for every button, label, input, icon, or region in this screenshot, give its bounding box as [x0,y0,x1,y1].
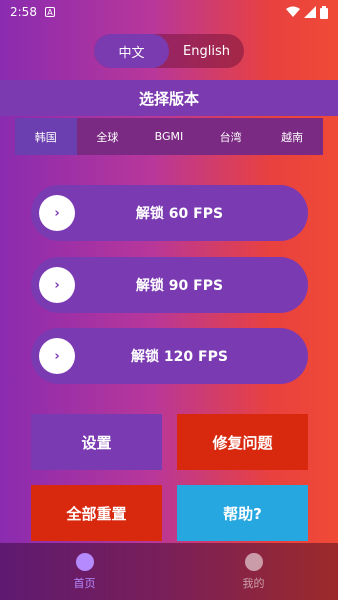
unlock-120fps-button[interactable]: › 解锁 120 FPS [31,328,308,384]
region-tab-korea[interactable]: 韩国 [15,118,77,155]
arrow-right-icon: › [39,267,75,303]
language-option-zh[interactable]: 中文 [94,34,169,68]
region-tabs: 韩国 全球 BGMI 台湾 越南 [15,118,323,155]
signal-icon [304,6,316,18]
bottom-nav: 首页 我的 [0,543,338,600]
wifi-icon [286,6,300,17]
notification-icon: A [44,7,55,17]
help-button[interactable]: 帮助? [177,485,308,541]
settings-button[interactable]: 设置 [31,414,162,470]
unlock-90fps-button[interactable]: › 解锁 90 FPS [31,257,308,313]
region-tab-taiwan[interactable]: 台湾 [200,118,262,155]
nav-home-label: 首页 [73,576,96,590]
status-time: 2:58 [10,5,37,19]
status-left: 2:58 A [10,5,55,19]
region-tab-global[interactable]: 全球 [77,118,139,155]
reset-all-button[interactable]: 全部重置 [31,485,162,541]
language-option-en[interactable]: English [169,34,244,68]
arrow-right-icon: › [39,195,75,231]
nav-mine[interactable]: 我的 [169,543,338,600]
region-tab-vietnam[interactable]: 越南 [261,118,323,155]
nav-home[interactable]: 首页 [0,543,169,600]
status-bar: 2:58 A [0,0,338,24]
nav-mine-label: 我的 [242,576,265,590]
version-title: 选择版本 [0,80,338,116]
region-tab-bgmi[interactable]: BGMI [138,118,200,155]
profile-icon [244,552,263,571]
home-icon [75,552,94,571]
fix-issues-button[interactable]: 修复问题 [177,414,308,470]
language-toggle[interactable]: 中文 English [94,34,244,68]
unlock-60fps-button[interactable]: › 解锁 60 FPS [31,185,308,241]
status-right [286,5,328,19]
arrow-right-icon: › [39,338,75,374]
battery-icon [320,5,328,19]
